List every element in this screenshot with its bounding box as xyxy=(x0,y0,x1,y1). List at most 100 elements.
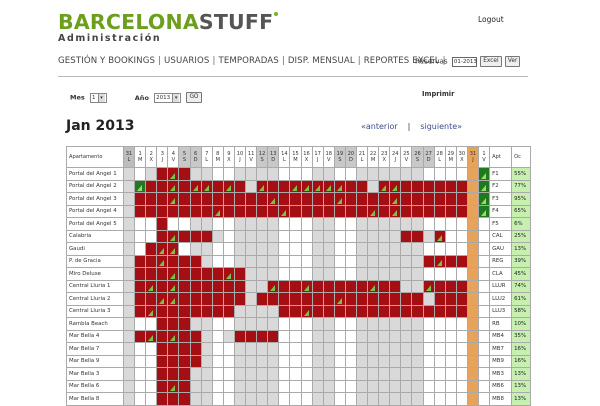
day-cell[interactable] xyxy=(300,179,313,193)
day-cell[interactable] xyxy=(355,342,369,356)
day-cell[interactable] xyxy=(233,279,247,293)
day-cell[interactable] xyxy=(367,179,380,193)
day-cell[interactable] xyxy=(278,392,291,406)
day-cell[interactable] xyxy=(156,192,169,206)
day-cell[interactable] xyxy=(222,217,235,231)
day-cell[interactable] xyxy=(333,229,346,243)
day-cell[interactable] xyxy=(256,217,269,231)
day-cell[interactable] xyxy=(477,179,491,193)
nav-usuarios[interactable]: USUARIOS xyxy=(164,56,209,66)
prev-month-link[interactable]: «anterior xyxy=(361,122,398,131)
day-cell[interactable] xyxy=(333,342,346,356)
day-cell[interactable] xyxy=(355,204,369,218)
day-cell[interactable] xyxy=(134,179,147,193)
day-cell[interactable] xyxy=(189,167,202,181)
day-cell[interactable] xyxy=(145,379,158,393)
day-cell[interactable] xyxy=(278,254,291,268)
day-cell[interactable] xyxy=(433,342,446,356)
day-cell[interactable] xyxy=(367,367,380,381)
day-cell[interactable] xyxy=(256,167,269,181)
day-cell[interactable] xyxy=(333,317,346,331)
day-cell[interactable] xyxy=(311,204,324,218)
day-cell[interactable] xyxy=(156,242,169,256)
day-cell[interactable] xyxy=(355,354,369,368)
day-cell[interactable] xyxy=(355,392,369,406)
day-cell[interactable] xyxy=(422,304,435,318)
apartment-name[interactable]: Portal del Angel 4 xyxy=(66,204,124,218)
day-cell[interactable] xyxy=(344,229,357,243)
day-cell[interactable] xyxy=(300,379,313,393)
day-cell[interactable] xyxy=(145,342,158,356)
day-cell[interactable] xyxy=(134,217,147,231)
day-cell[interactable] xyxy=(333,179,346,193)
day-cell[interactable] xyxy=(455,167,468,181)
day-cell[interactable] xyxy=(411,267,424,281)
day-cell[interactable] xyxy=(189,304,202,318)
day-cell[interactable] xyxy=(145,304,158,318)
day-cell[interactable] xyxy=(444,392,457,406)
day-cell[interactable] xyxy=(378,329,391,343)
apartment-name[interactable]: Portal del Angel 2 xyxy=(66,179,124,193)
day-cell[interactable] xyxy=(289,254,302,268)
day-cell[interactable] xyxy=(289,229,302,243)
day-cell[interactable] xyxy=(300,254,313,268)
day-cell[interactable] xyxy=(344,317,357,331)
day-cell[interactable] xyxy=(134,379,147,393)
day-cell[interactable] xyxy=(466,367,480,381)
go-button[interactable]: GO xyxy=(186,92,202,103)
day-cell[interactable] xyxy=(134,317,147,331)
day-cell[interactable] xyxy=(300,292,313,306)
day-cell[interactable] xyxy=(455,192,468,206)
day-cell[interactable] xyxy=(178,254,191,268)
day-cell[interactable] xyxy=(211,229,224,243)
nav-temporadas[interactable]: TEMPORADAS xyxy=(218,56,278,66)
day-cell[interactable] xyxy=(355,279,369,293)
day-cell[interactable] xyxy=(311,304,324,318)
day-cell[interactable] xyxy=(122,317,136,331)
day-cell[interactable] xyxy=(278,292,291,306)
day-cell[interactable] xyxy=(400,254,413,268)
day-cell[interactable] xyxy=(477,379,491,393)
day-cell[interactable] xyxy=(289,367,302,381)
day-cell[interactable] xyxy=(344,267,357,281)
nav-gestion-bookings[interactable]: GESTIÓN Y BOOKINGS xyxy=(58,56,155,66)
day-cell[interactable] xyxy=(477,167,491,181)
day-cell[interactable] xyxy=(444,267,457,281)
day-cell[interactable] xyxy=(466,279,480,293)
day-cell[interactable] xyxy=(145,392,158,406)
day-cell[interactable] xyxy=(178,167,191,181)
day-cell[interactable] xyxy=(422,192,435,206)
day-cell[interactable] xyxy=(156,354,169,368)
day-cell[interactable] xyxy=(211,267,224,281)
day-cell[interactable] xyxy=(222,204,235,218)
day-cell[interactable] xyxy=(200,267,213,281)
day-cell[interactable] xyxy=(178,392,191,406)
day-cell[interactable] xyxy=(289,354,302,368)
day-cell[interactable] xyxy=(355,179,369,193)
day-cell[interactable] xyxy=(433,292,446,306)
day-cell[interactable] xyxy=(189,229,202,243)
day-cell[interactable] xyxy=(422,167,435,181)
day-cell[interactable] xyxy=(367,279,380,293)
day-cell[interactable] xyxy=(134,304,147,318)
day-cell[interactable] xyxy=(466,204,480,218)
day-cell[interactable] xyxy=(389,379,402,393)
day-cell[interactable] xyxy=(466,192,480,206)
day-cell[interactable] xyxy=(211,217,224,231)
day-cell[interactable] xyxy=(211,204,224,218)
day-cell[interactable] xyxy=(389,329,402,343)
day-cell[interactable] xyxy=(156,317,169,331)
day-cell[interactable] xyxy=(233,204,247,218)
day-cell[interactable] xyxy=(411,192,424,206)
day-cell[interactable] xyxy=(178,354,191,368)
day-cell[interactable] xyxy=(400,329,413,343)
day-cell[interactable] xyxy=(344,204,357,218)
day-cell[interactable] xyxy=(233,317,247,331)
day-cell[interactable] xyxy=(455,292,468,306)
day-cell[interactable] xyxy=(311,267,324,281)
day-cell[interactable] xyxy=(134,267,147,281)
day-cell[interactable] xyxy=(211,279,224,293)
day-cell[interactable] xyxy=(189,217,202,231)
day-cell[interactable] xyxy=(222,254,235,268)
day-cell[interactable] xyxy=(322,354,335,368)
